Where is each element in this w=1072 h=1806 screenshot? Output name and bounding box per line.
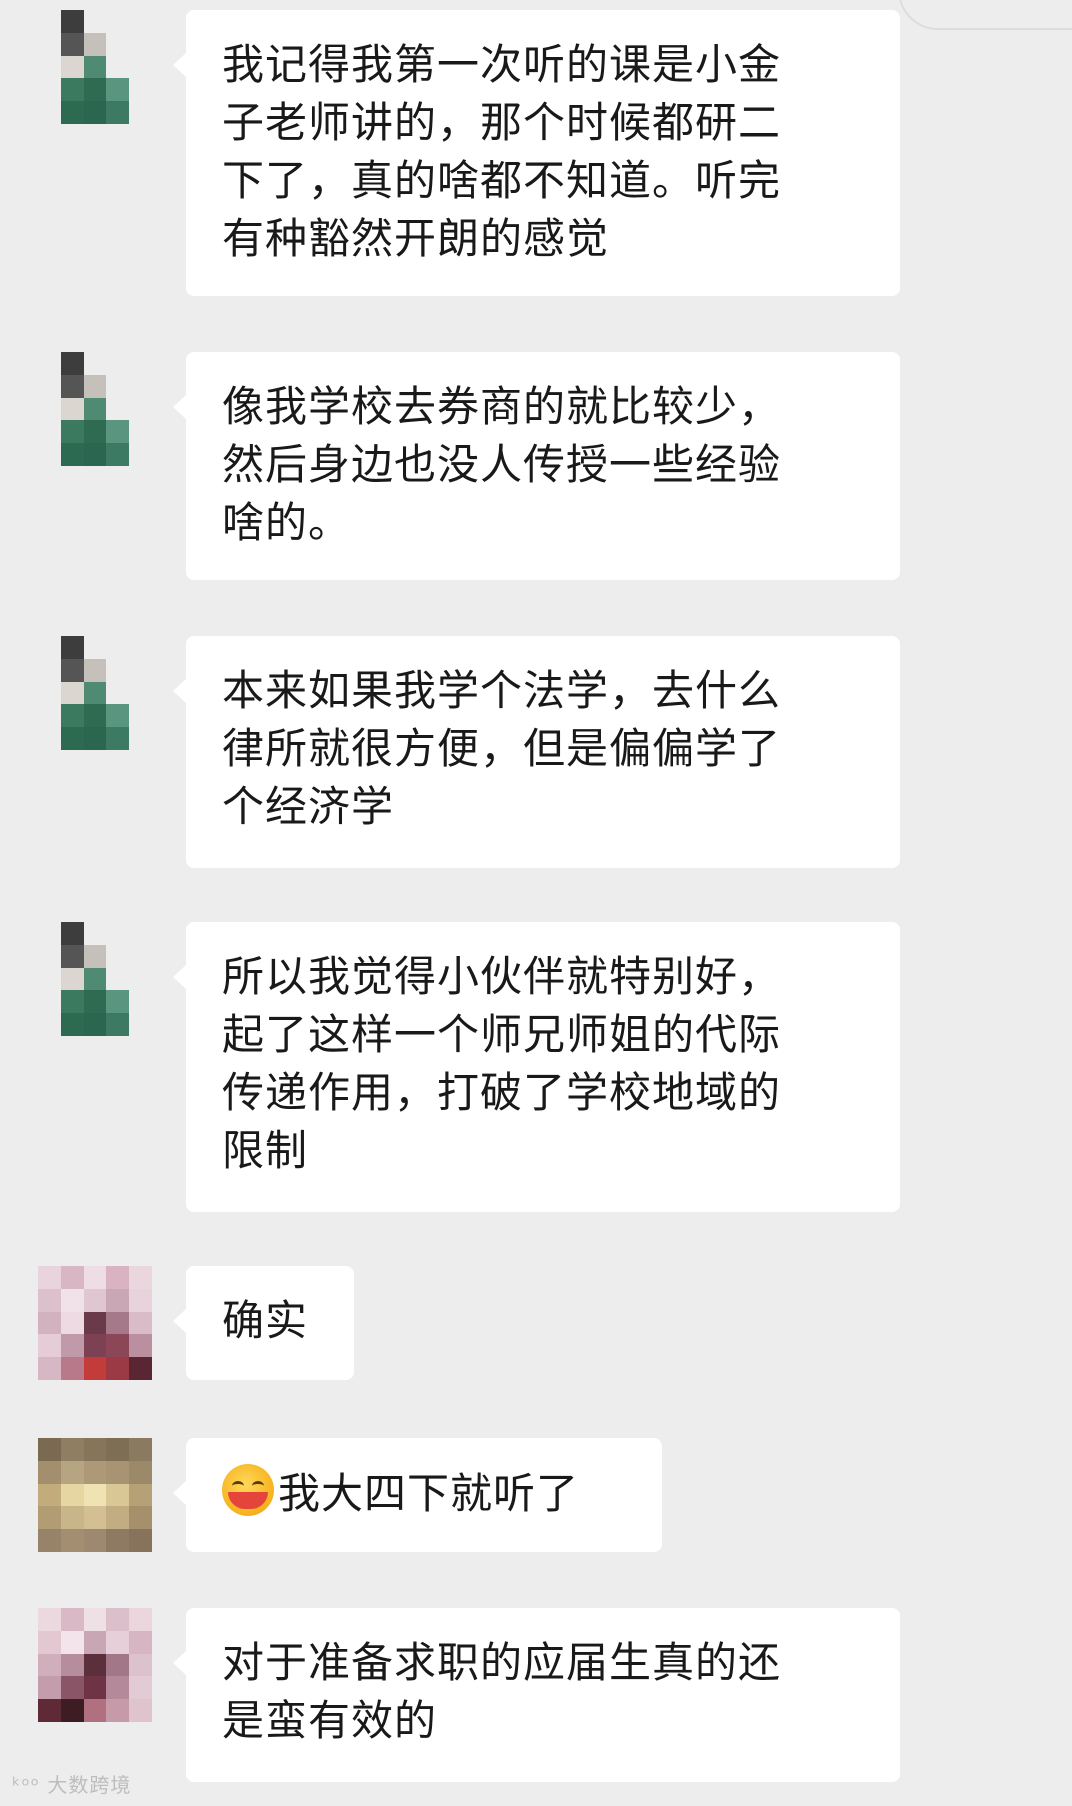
avatar[interactable] xyxy=(38,922,152,1036)
message-text: 对于准备求职的应届生真的还 是蛮有效的 xyxy=(222,1638,782,1745)
message-text: 所以我觉得小伙伴就特别好， 起了这样一个师兄师姐的代际 传递作用，打破了学校地域… xyxy=(222,952,782,1175)
message-bubble[interactable]: 所以我觉得小伙伴就特别好， 起了这样一个师兄师姐的代际 传递作用，打破了学校地域… xyxy=(173,922,900,1212)
message-bubble[interactable]: 像我学校去券商的就比较少， 然后身边也没人传授一些经验 啥的。 xyxy=(173,352,900,580)
avatar[interactable] xyxy=(38,1438,152,1552)
message-bubble[interactable]: 对于准备求职的应届生真的还 是蛮有效的 xyxy=(173,1608,900,1782)
message-bubble[interactable]: 确实 xyxy=(173,1266,354,1380)
avatar[interactable] xyxy=(38,352,152,466)
message-text: 我记得我第一次听的课是小金 子老师讲的，那个时候都研二 下了，真的啥都不知道。听… xyxy=(222,40,782,263)
message-text: 本来如果我学个法学，去什么 律所就很方便，但是偏偏学了 个经济学 xyxy=(222,666,782,831)
message-bubble[interactable]: 本来如果我学个法学，去什么 律所就很方便，但是偏偏学了 个经济学 xyxy=(173,636,900,868)
message-text: 确实 xyxy=(222,1296,309,1345)
watermark: ᵏᵒᵒ 大数跨境 xyxy=(12,1773,132,1797)
top-right-corner-frame xyxy=(898,0,1072,30)
avatar[interactable] xyxy=(38,636,152,750)
avatar[interactable] xyxy=(38,1266,152,1380)
message-text: 我大四下就听了 xyxy=(278,1469,580,1518)
message-text: 像我学校去券商的就比较少， 然后身边也没人传授一些经验 啥的。 xyxy=(222,382,782,547)
message-bubble[interactable]: 我记得我第一次听的课是小金 子老师讲的，那个时候都研二 下了，真的啥都不知道。听… xyxy=(173,10,900,296)
grinning-face-emoji-icon xyxy=(222,1464,274,1516)
message-bubble[interactable]: 我大四下就听了 xyxy=(173,1438,662,1552)
avatar[interactable] xyxy=(38,10,152,124)
avatar[interactable] xyxy=(38,1608,152,1722)
